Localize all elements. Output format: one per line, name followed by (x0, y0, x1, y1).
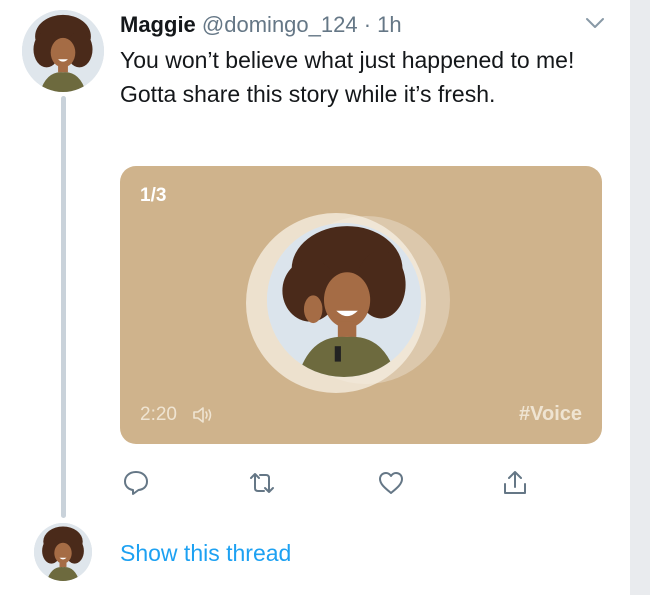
tweet-text: You won’t believe what just happened to … (120, 47, 575, 107)
thread-connector-line (61, 96, 66, 518)
author-name[interactable]: Maggie (120, 12, 196, 37)
share-icon[interactable] (500, 468, 530, 498)
show-thread-link[interactable]: Show this thread (120, 538, 291, 568)
author-avatar[interactable] (22, 10, 104, 92)
reply-icon[interactable] (121, 468, 151, 498)
like-icon[interactable] (376, 468, 406, 498)
tweet-timestamp[interactable]: 1h (377, 12, 401, 37)
voice-card[interactable]: 1/3 2:20 #Voice (120, 166, 602, 444)
voice-counter: 1/3 (140, 185, 167, 206)
scroll-gutter (630, 0, 650, 595)
author-handle[interactable]: @domingo_124 (202, 12, 358, 37)
retweet-icon[interactable] (247, 468, 277, 498)
voice-duration: 2:20 (140, 404, 177, 425)
thread-avatar[interactable] (34, 523, 92, 581)
header-separator: · (363, 12, 372, 37)
tweet-header: Maggie @domingo_124 · 1h (120, 11, 402, 39)
speaker-icon (192, 406, 214, 424)
voice-avatar (267, 223, 421, 377)
chevron-down-icon[interactable] (583, 14, 607, 32)
voice-hashtag[interactable]: #Voice (519, 403, 582, 426)
